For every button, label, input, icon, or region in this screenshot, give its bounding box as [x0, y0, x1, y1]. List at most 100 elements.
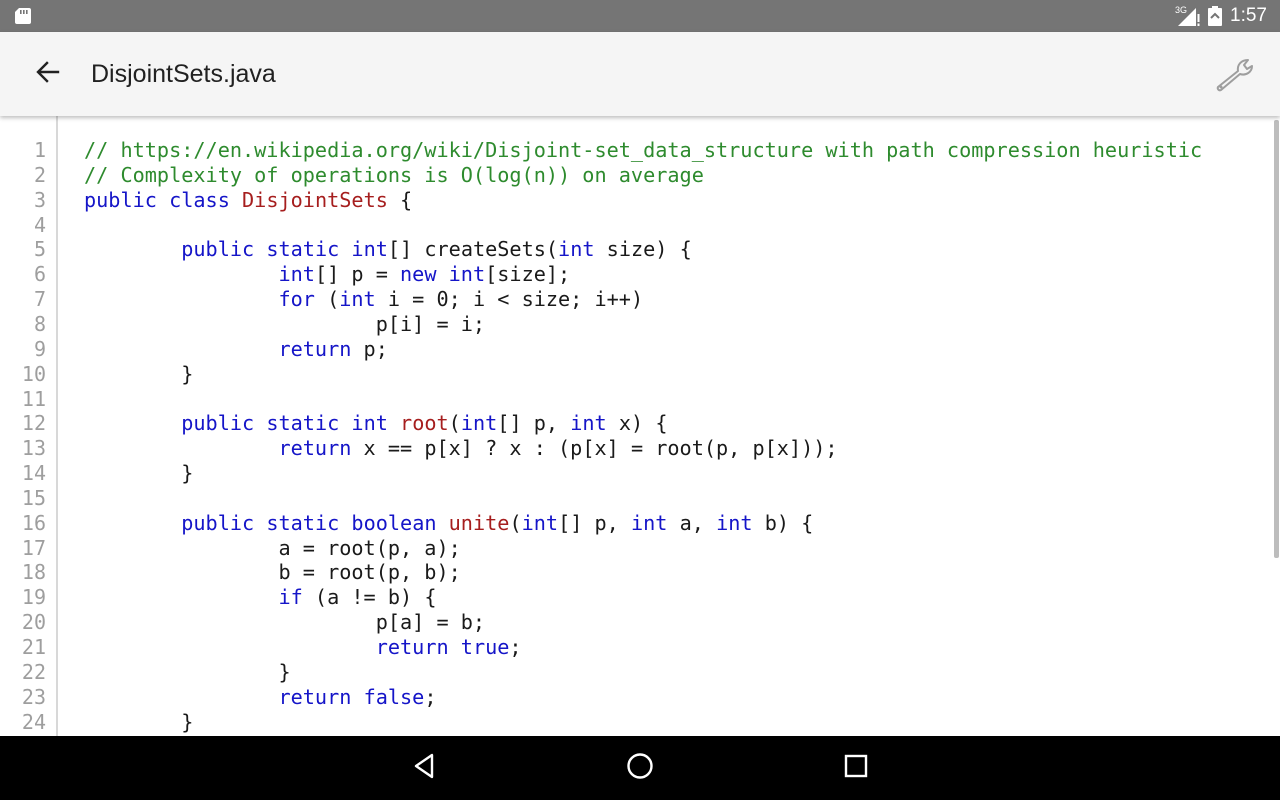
code-token-keyword: if [278, 585, 303, 610]
code-line[interactable]: public static int root(int[] p, int x) { [84, 411, 667, 435]
code-line[interactable]: return true; [84, 635, 522, 659]
line-number: 19 [21, 585, 46, 610]
code-token-keyword: int [716, 510, 753, 535]
code-line[interactable]: public class DisjointSets { [84, 188, 412, 212]
clock: 1:57 [1230, 5, 1267, 26]
code-line[interactable]: if (a != b) { [84, 585, 436, 609]
line-number: 14 [21, 461, 46, 486]
nav-home-button[interactable] [610, 750, 670, 786]
code-token-plain: [] createSets( [387, 237, 559, 262]
line-number: 11 [21, 386, 46, 411]
code-line[interactable]: public static int[] createSets(int size)… [84, 237, 692, 261]
code-token-keyword: public [181, 237, 255, 262]
code-line[interactable]: return x == p[x] ? x : (p[x] = root(p, p… [84, 436, 838, 461]
code-token-keyword: static [266, 237, 340, 262]
code-line[interactable]: return false; [84, 684, 437, 709]
code-line[interactable]: b = root(p, b); [84, 560, 460, 584]
code-line[interactable]: p[a] = b; [84, 610, 485, 634]
line-number: 9 [33, 336, 46, 361]
code-line[interactable]: a = root(p, a); [84, 536, 460, 560]
code-token-name: root [400, 411, 449, 436]
code-line[interactable]: public static boolean unite(int[] p, int… [84, 511, 813, 535]
code-line[interactable]: } [84, 710, 193, 734]
code-token-keyword: class [169, 187, 230, 212]
sd-card-icon [14, 7, 32, 30]
code-token-plain: [] p, [558, 510, 631, 535]
code-line[interactable]: for (int i = 0; i < size; i++) [84, 287, 643, 311]
code-token-keyword: int [351, 411, 388, 436]
code-token-comment: // Complexity of operations is O(log(n))… [84, 162, 704, 187]
code-token-keyword: return [278, 684, 352, 709]
code-token-keyword: int [278, 262, 315, 287]
line-number: 8 [33, 311, 46, 336]
line-number: 10 [21, 361, 46, 386]
nav-recents-button[interactable] [826, 750, 886, 786]
code-token-keyword: int [339, 287, 376, 312]
arrow-left-icon [35, 59, 61, 90]
code-token-plain: size) { [594, 237, 692, 262]
nav-back-button[interactable] [395, 750, 455, 786]
code-token-plain: ( [509, 510, 522, 535]
code-token-keyword: new [400, 262, 437, 287]
code-token-name: unite [448, 510, 510, 535]
code-token-keyword: int [558, 237, 595, 262]
code-editor[interactable]: 1 2 3 4 5 6 7 8 9 10 11 12 13 14 15 16 17 18 19 20 21 22 23 24 … [0, 116, 1280, 736]
code-line[interactable]: p[i] = i; [84, 312, 485, 336]
code-token-keyword: return [278, 436, 352, 461]
code-token-plain: x == p[x] ? x : (p[x] = root(p, p[x])); [351, 436, 838, 461]
code-token-keyword: int [521, 510, 559, 535]
code-token-name: DisjointSets [242, 187, 388, 212]
code-token-keyword: int [570, 411, 607, 436]
code-token-plain: } [84, 659, 291, 684]
code-token-plain: p; [351, 336, 388, 361]
code-token-plain: } [84, 461, 194, 486]
line-number: 2 [33, 162, 46, 187]
line-number: 3 [33, 187, 46, 212]
file-title: DisjointSets.java [91, 60, 276, 88]
code-line[interactable]: } [84, 461, 193, 485]
code-line[interactable]: } [84, 362, 193, 386]
code-line[interactable]: return p; [84, 336, 388, 361]
code-token-keyword: int [631, 510, 668, 535]
line-number: 20 [21, 610, 46, 635]
code-token-plain: [size]; [485, 262, 571, 287]
code-line[interactable]: int[] p = new int[size]; [84, 262, 570, 286]
code-token-plain: ; [424, 684, 437, 709]
code-line[interactable]: // https://en.wikipedia.org/wiki/Disjoin… [84, 138, 1202, 162]
status-bar: 3G 1:57 [0, 0, 1280, 32]
code-token-plain: i = 0; i < size; i++) [375, 287, 644, 312]
code-token-plain: ( [314, 287, 340, 312]
app-bar: DisjointSets.java [0, 32, 1280, 116]
back-button[interactable] [28, 54, 68, 94]
code-token-keyword: int [351, 237, 388, 262]
settings-button[interactable] [1212, 56, 1260, 96]
code-token-plain: ( [448, 411, 461, 436]
vertical-scrollbar[interactable] [1274, 120, 1279, 558]
code-token-plain: [] p = [314, 262, 401, 287]
line-number-gutter: 1 2 3 4 5 6 7 8 9 10 11 12 13 14 15 16 17 18 19 20 21 22 23 24 [0, 116, 58, 736]
line-number: 4 [33, 212, 46, 237]
code-token-keyword: static [266, 510, 340, 535]
line-number: 17 [21, 535, 46, 560]
code-token-plain: a, [667, 510, 717, 535]
code-line[interactable]: } [84, 659, 291, 684]
code-token-keyword: public [181, 411, 255, 436]
code-token-keyword: for [278, 287, 315, 312]
code-line[interactable]: // Complexity of operations is O(log(n))… [84, 163, 704, 187]
code-token-plain: p[a] = b; [84, 610, 486, 635]
